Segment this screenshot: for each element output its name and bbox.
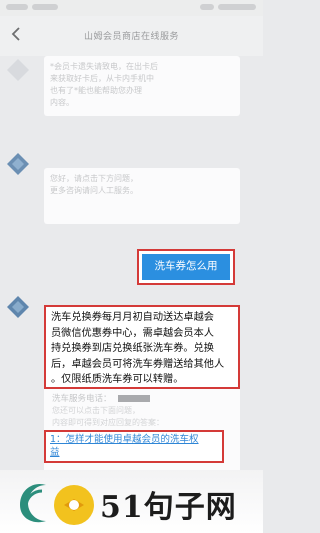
wifi-icon <box>200 4 214 10</box>
answer-line: 。仅限纸质洗车券可以转赠。 <box>51 374 184 385</box>
masked-phone <box>117 395 150 402</box>
status-bar <box>0 0 263 16</box>
faded-line: 内容即可得到对应回复的答案： <box>52 418 164 427</box>
user-message-bubble: 洗车券怎么用 <box>142 254 230 280</box>
message-line: 您好，请点击下方问题， <box>50 174 138 183</box>
watermark: 51句子网 <box>0 470 263 533</box>
faq-link-line[interactable]: 1：怎样才能使用卓越会员的洗车权 <box>50 433 218 446</box>
nav-bar: 山姆会员商店在线服务 <box>0 16 263 56</box>
diamond-logo-icon <box>7 153 29 175</box>
diamond-logo-icon <box>7 59 29 81</box>
chevron-left-icon[interactable] <box>10 26 22 42</box>
message-line: 也有了*能也能帮助您办理 <box>50 86 142 95</box>
message-line: 内容。 <box>50 98 74 107</box>
answer-line: 持兑换券到店兑换纸张洗车券。兑换 <box>51 343 214 354</box>
service-message-bubble: *会员卡遗失请致电，在出卡后 来获取好卡后，从卡内手机中 也有了*能也能帮助您办… <box>44 56 240 116</box>
faq-link-line[interactable]: 益 <box>50 446 218 459</box>
faq-link[interactable]: 1：怎样才能使用卓越会员的洗车权 益 <box>44 430 224 463</box>
faded-line: 您还可以点击下面问题， <box>52 406 140 415</box>
answer-highlight: 洗车兑换券每月月初自动送达卓越会 员微信优惠券中心，需卓越会员本人 持兑换券到店… <box>44 305 240 389</box>
message-line: 更多咨询请问人工服务。 <box>50 186 138 195</box>
answer-line: 后，卓越会员可将洗车券赠送给其他人 <box>51 358 225 370</box>
hotline-label: 洗车服务电话： <box>52 394 112 404</box>
message-line: 来获取好卡后，从卡内手机中 <box>50 74 154 83</box>
watermark-logo-icon <box>20 483 94 525</box>
hotline-row: 洗车服务电话： <box>52 392 150 404</box>
carrier-icon <box>32 4 58 10</box>
message-line: *会员卡遗失请致电，在出卡后 <box>50 62 158 71</box>
answer-line: 员微信优惠券中心，需卓越会员本人 <box>51 327 214 339</box>
battery-icon <box>218 4 256 10</box>
diamond-logo-icon <box>7 296 29 318</box>
answer-line: 洗车兑换券每月月初自动送达卓越会 <box>51 312 214 323</box>
service-message-bubble: 您好，请点击下方问题， 更多咨询请问人工服务。 <box>44 168 240 224</box>
signal-icon <box>6 4 28 10</box>
watermark-text: 51句子网 <box>100 490 237 525</box>
page-title: 山姆会员商店在线服务 <box>83 32 179 42</box>
user-message-highlight: 洗车券怎么用 <box>137 249 235 285</box>
